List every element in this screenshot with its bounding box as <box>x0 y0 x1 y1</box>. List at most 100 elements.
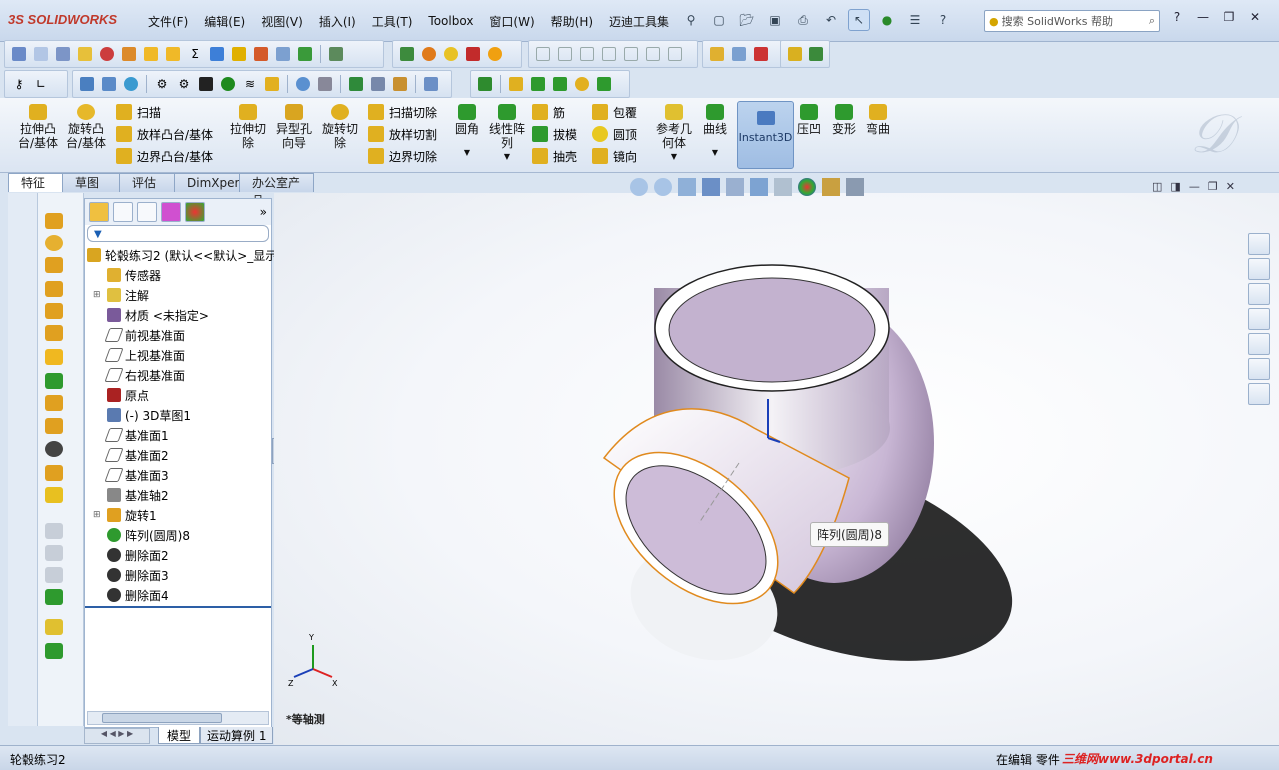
ref-geometry-button[interactable]: 参考几 何体 ▼ <box>656 104 692 164</box>
shell-feature-icon[interactable] <box>45 395 63 411</box>
addin1-icon[interactable] <box>397 44 417 64</box>
tree-item[interactable]: 上视基准面 <box>93 345 185 365</box>
file-explorer-icon[interactable] <box>1248 308 1270 330</box>
tree-item[interactable]: 基准轴2 <box>93 485 169 505</box>
fillet-feature-icon[interactable] <box>45 373 63 389</box>
cube4-icon[interactable] <box>599 44 619 64</box>
helix-icon[interactable] <box>594 74 614 94</box>
indent-button[interactable]: 压凹 <box>797 104 821 136</box>
select-arrow-icon[interactable]: ↖ <box>848 9 870 31</box>
sweep-feature-icon[interactable] <box>45 257 63 273</box>
undo-icon[interactable]: ↶ <box>820 9 842 31</box>
balloon-icon[interactable] <box>53 44 73 64</box>
angle-icon[interactable]: ∟ <box>31 74 51 94</box>
search-input[interactable]: ● 搜索 SolidWorks 帮助 ⌕ <box>984 10 1160 32</box>
open-icon[interactable]: 📂︎ <box>736 9 758 31</box>
tab-dimxpert[interactable]: DimXpert <box>174 173 244 192</box>
spellcheck-icon[interactable] <box>9 44 29 64</box>
tab-evaluate[interactable]: 评估 <box>119 173 175 192</box>
menu-toolbox[interactable]: Toolbox <box>420 12 481 30</box>
check-icon[interactable] <box>141 44 161 64</box>
sum-icon[interactable]: Σ <box>185 44 205 64</box>
tab-office-products[interactable]: 办公室产品 <box>239 173 314 208</box>
box-green-icon[interactable] <box>475 74 495 94</box>
wrap-feature-icon[interactable] <box>45 418 63 434</box>
tree-item[interactable]: 材质 <未指定> <box>93 305 209 325</box>
sweep-button[interactable]: 扫描 <box>116 101 213 123</box>
delete-feature-icon[interactable] <box>45 441 63 457</box>
gauge-icon[interactable] <box>97 44 117 64</box>
viewport-minimize-icon[interactable]: — <box>1189 180 1200 193</box>
restore-button[interactable]: ❐ <box>1220 10 1238 28</box>
tree-item[interactable]: 前视基准面 <box>93 325 185 345</box>
viewport-split-icon[interactable]: ◨ <box>1170 180 1180 193</box>
tab-features[interactable]: 特征 <box>8 173 63 192</box>
display-manager-tab-icon[interactable] <box>185 202 205 222</box>
appearances-icon[interactable] <box>1248 358 1270 380</box>
lens-icon[interactable] <box>572 74 592 94</box>
tree-item[interactable]: 原点 <box>93 385 149 405</box>
view-orientation-icon[interactable] <box>726 178 744 196</box>
gear2-icon[interactable]: ⚙ <box>174 74 194 94</box>
tree-root[interactable]: 轮毂练习2 (默认<<默认>_显示 <box>87 245 277 265</box>
mirror-button[interactable]: 镜向 <box>592 145 637 167</box>
nav-arrows-icon[interactable]: ◀ ◀ ▶ ▶ <box>84 727 150 744</box>
relations-icon[interactable] <box>751 44 771 64</box>
addin5-icon[interactable] <box>485 44 505 64</box>
zoom-area-icon[interactable] <box>654 178 672 196</box>
expand-plus-icon[interactable]: ⊞ <box>93 510 103 520</box>
addin3-icon[interactable] <box>441 44 461 64</box>
cube6-icon[interactable] <box>643 44 663 64</box>
table-icon[interactable] <box>326 44 346 64</box>
save-icon[interactable]: ▣ <box>764 9 786 31</box>
find-icon[interactable] <box>293 74 313 94</box>
note-icon[interactable] <box>75 44 95 64</box>
loft-boss-button[interactable]: 放样凸台/基体 <box>116 123 213 145</box>
tree-filter-input[interactable]: ▼ <box>87 225 269 242</box>
network-icon[interactable] <box>99 74 119 94</box>
view-settings-icon[interactable] <box>846 178 864 196</box>
dimxpert-tab-icon[interactable] <box>161 202 181 222</box>
expand-plus-icon[interactable]: ⊞ <box>93 290 103 300</box>
chevron-down-icon[interactable]: ▼ <box>671 150 677 164</box>
flex-feature-icon[interactable] <box>45 487 63 503</box>
chevron-down-icon[interactable]: ▼ <box>712 146 718 160</box>
loft-cut-button[interactable]: 放样切割 <box>368 123 437 145</box>
feature-tree-tab-icon[interactable] <box>89 202 109 222</box>
search-icon[interactable]: ⌕ <box>1149 14 1155 28</box>
home-icon[interactable] <box>1248 258 1270 280</box>
tree-item[interactable]: 右视基准面 <box>93 365 185 385</box>
stop-icon[interactable] <box>119 44 139 64</box>
pin-icon[interactable]: ⚲ <box>680 9 702 31</box>
wrap-button[interactable]: 包覆 <box>592 101 637 123</box>
revolve-feature-icon[interactable] <box>45 235 63 251</box>
check2-icon[interactable] <box>163 44 183 64</box>
cross-icon[interactable] <box>207 44 227 64</box>
menu-help[interactable]: 帮助(H) <box>543 11 601 32</box>
curve-feature-icon[interactable] <box>45 643 63 659</box>
matrix-icon[interactable] <box>273 44 293 64</box>
viewport-restore-icon[interactable]: ❐ <box>1208 180 1218 193</box>
tile-icon[interactable] <box>806 44 825 64</box>
loft-feature-icon[interactable] <box>45 281 63 297</box>
print-icon[interactable]: ⎙ <box>792 9 814 31</box>
horizontal-scrollbar[interactable] <box>87 711 269 725</box>
scroll-thumb[interactable] <box>102 713 222 723</box>
tree-item[interactable]: 阵列(圆周)8 <box>93 525 190 545</box>
cascade-icon[interactable] <box>785 44 804 64</box>
options-icon[interactable]: ☰ <box>904 9 926 31</box>
tree-item[interactable]: 删除面3 <box>93 565 169 585</box>
dome-feature-icon[interactable] <box>45 465 63 481</box>
doc-icon[interactable] <box>421 74 441 94</box>
boundary-boss-button[interactable]: 边界凸台/基体 <box>116 145 213 167</box>
rib-button[interactable]: 筋 <box>532 101 577 123</box>
previous-view-icon[interactable] <box>678 178 696 196</box>
addin4-icon[interactable] <box>463 44 483 64</box>
format-icon[interactable] <box>31 44 51 64</box>
curve-g-icon[interactable] <box>528 74 548 94</box>
menu-tools[interactable]: 工具(T) <box>364 11 421 32</box>
deform-button[interactable]: 变形 <box>832 104 856 136</box>
pin-green-icon[interactable] <box>218 74 238 94</box>
draft-button[interactable]: 拔模 <box>532 123 577 145</box>
cube2-icon[interactable] <box>555 44 575 64</box>
